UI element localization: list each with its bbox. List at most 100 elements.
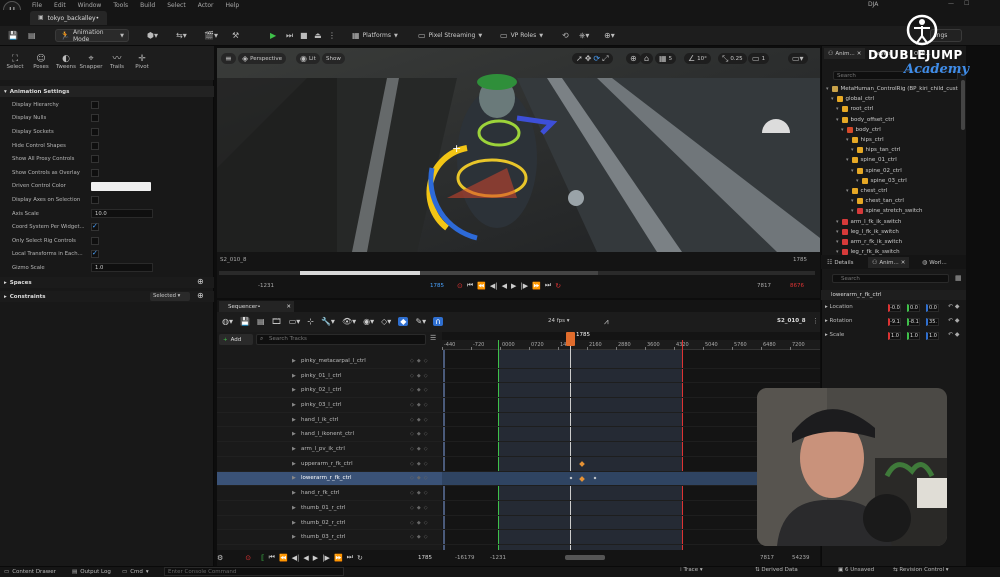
playback-options-icon[interactable]: ◉▾ (363, 317, 374, 326)
track-row[interactable]: ▶ hand_l_ikonent_ctrl ◇◆◇ (217, 428, 442, 443)
reset-location-icon[interactable]: ↶ ◆ (948, 303, 960, 310)
rotation-x-field[interactable]: -9.1 (888, 318, 901, 326)
skip-end-icon[interactable]: ⏭ (347, 553, 353, 562)
search-tracks-input[interactable]: Search Tracks (256, 334, 426, 345)
outliner-item[interactable]: ▾ body_offset_ctrl (836, 115, 894, 125)
menu-file[interactable]: File (32, 2, 42, 9)
step-back-icon[interactable]: ◀| (292, 554, 300, 562)
skip-start-icon[interactable]: ⏮ (467, 281, 473, 290)
transform-tools-group[interactable]: ➚ ✥ ⟳ ⤢ (572, 53, 613, 64)
menu-tools[interactable]: Tools (113, 2, 128, 9)
pivot-tool-button[interactable]: ✛ Pivot (129, 55, 155, 71)
key-nav-icons[interactable]: ◇◆◇ (410, 534, 431, 540)
content-drawer-button[interactable]: ▭ Content Drawer (4, 567, 56, 576)
key-options-icon[interactable]: ◇▾ (381, 317, 391, 326)
source-control-icon[interactable]: ⟲ (558, 29, 573, 42)
sync-icon[interactable]: ⊕▾ (600, 29, 619, 42)
camera-cut-icon[interactable]: ▭▾ (289, 317, 301, 326)
level-viewport[interactable]: + (217, 48, 820, 252)
expand-icon[interactable]: ▶ (292, 358, 296, 364)
select-tool-button[interactable]: ⛶ Select (2, 55, 28, 71)
setting-checkbox[interactable] (91, 195, 99, 204)
outliner-item[interactable]: ▾ leg_l_fk_ik_switch (836, 227, 899, 237)
track-row[interactable]: ▶ hand_r_fk_ctrl ◇◆◇ (217, 486, 442, 501)
rotation-snap-button[interactable]: ∠ 10° (684, 53, 711, 64)
anim-outliner-tab[interactable]: ⚇ Anim... ✕ (824, 48, 866, 59)
setting-checkbox[interactable] (91, 114, 99, 123)
add-actor-icon[interactable]: ⬢▾ (143, 29, 162, 42)
world-settings-tab[interactable]: ◍ Worl... (918, 257, 951, 268)
expand-icon[interactable]: ▶ (292, 417, 296, 423)
outliner-item[interactable]: ▾ root_ctrl (836, 104, 873, 114)
next-key-icon[interactable]: ⏩ (532, 282, 541, 290)
maximize-icon[interactable]: ☐ (964, 0, 969, 7)
key-nav-icons[interactable]: ◇◆◇ (410, 461, 431, 467)
tree-toggle-icon[interactable]: ▾ (846, 157, 849, 163)
rotation-z-field[interactable]: 35. (926, 318, 939, 326)
key-nav-icons[interactable]: ◇◆◇ (410, 505, 431, 511)
outliner-item[interactable]: ▾ hips_ctrl (846, 135, 884, 145)
shot-menu-icon[interactable]: ⋮ (812, 317, 819, 325)
location-x-field[interactable]: -0.0 (888, 304, 901, 312)
expand-icon[interactable]: ▶ (292, 446, 296, 452)
step-back-icon[interactable]: ◀| (490, 282, 498, 290)
close-icon[interactable]: ✕ (857, 51, 862, 57)
settings-icon[interactable]: ⚙ (217, 554, 223, 562)
save-sequence-icon[interactable]: 💾 (240, 317, 250, 326)
pixel-streaming-button[interactable]: ▭ Pixel Streaming ▼ (414, 29, 486, 42)
expand-icon[interactable]: ▶ (292, 505, 296, 511)
unsaved-button[interactable]: ▣ 6 Unsaved (838, 567, 874, 573)
play-options-icon[interactable]: ⋮ (324, 29, 340, 42)
tweens-tool-button[interactable]: ◐ Tweens (53, 55, 79, 71)
outliner-scrollbar[interactable] (961, 80, 965, 130)
camera-speed-button[interactable]: ▭ 1 (748, 53, 770, 64)
outliner-item[interactable]: ▾ chest_ctrl (846, 186, 887, 196)
outliner-item[interactable]: ▾ body_ctrl (841, 125, 881, 135)
curve-view-icon[interactable]: ⩘ (604, 317, 609, 327)
key-nav-icons[interactable]: ◇◆◇ (410, 373, 431, 379)
platforms-button[interactable]: ▦ Platforms ▼ (348, 29, 402, 42)
key-nav-icons[interactable]: ◇◆◇ (410, 387, 431, 393)
outliner-item[interactable]: ▾ arm_l_fk_ik_switch (836, 217, 901, 227)
browse-icon[interactable]: ▤ (24, 29, 40, 42)
frame-rate-dropdown[interactable]: 24 fps ▾ (548, 318, 570, 324)
tree-toggle-icon[interactable]: ▾ (846, 137, 849, 143)
outliner-item[interactable]: ▾ chest_tan_ctrl (851, 196, 904, 206)
outliner-item[interactable]: ▾ arm_r_fk_ik_switch (836, 237, 902, 247)
tree-toggle-icon[interactable]: ▾ (836, 106, 839, 112)
scale-snap-button[interactable]: ⤡ 0.25 (718, 53, 747, 64)
snapper-tool-button[interactable]: ⌖ Snapper (78, 55, 104, 71)
transform-key-icon[interactable]: ⊹ (307, 317, 314, 326)
outliner-item[interactable]: ▾ global_ctrl (831, 94, 874, 104)
key-nav-icons[interactable]: ◇◆◇ (410, 446, 431, 452)
details-search-input[interactable]: Search (832, 274, 949, 283)
expand-icon[interactable]: ▶ (292, 461, 296, 467)
play-button[interactable]: ▶ (266, 29, 280, 42)
key-nav-icons[interactable]: ◇◆◇ (410, 358, 431, 364)
tree-toggle-icon[interactable]: ▾ (851, 147, 854, 153)
track-row[interactable]: ▶ pinky_03_l_ctrl ◇◆◇ (217, 398, 442, 413)
tree-toggle-icon[interactable]: ▾ (836, 229, 839, 235)
cmd-dropdown[interactable]: ▭ Cmd ▾ (122, 567, 149, 576)
expand-icon[interactable]: ▶ (292, 520, 296, 526)
playhead-handle[interactable] (566, 332, 575, 346)
details-tab[interactable]: ☷ Details (823, 257, 857, 268)
skip-start-icon[interactable]: ⏮ (269, 553, 275, 562)
color-swatch[interactable] (91, 181, 151, 191)
expand-icon[interactable]: ▶ (292, 373, 296, 379)
menu-help[interactable]: Help (226, 2, 240, 9)
tree-toggle-icon[interactable]: ▾ (826, 86, 829, 92)
working-end-frame[interactable]: 7817 (760, 555, 774, 561)
animation-settings-header[interactable]: ▾ Animation Settings (0, 86, 214, 97)
expand-icon[interactable]: ▶ (292, 534, 296, 540)
outliner-item[interactable]: ▾ spine_02_ctrl (851, 166, 902, 176)
range-start-icon[interactable]: ⟦ (261, 554, 264, 562)
console-input[interactable]: Enter Console Command (164, 567, 344, 576)
setting-checkbox[interactable] (91, 141, 99, 150)
add-constraint-icon[interactable]: ⊕ (197, 291, 204, 300)
key-nav-icons[interactable]: ◇◆◇ (410, 490, 431, 496)
level-tab[interactable]: ▣ tokyo_backalley• (30, 11, 108, 25)
viewport-menu-button[interactable]: ≡ (221, 53, 236, 64)
tree-toggle-icon[interactable]: ▾ (841, 127, 844, 133)
close-icon[interactable]: ✕ (286, 304, 291, 310)
